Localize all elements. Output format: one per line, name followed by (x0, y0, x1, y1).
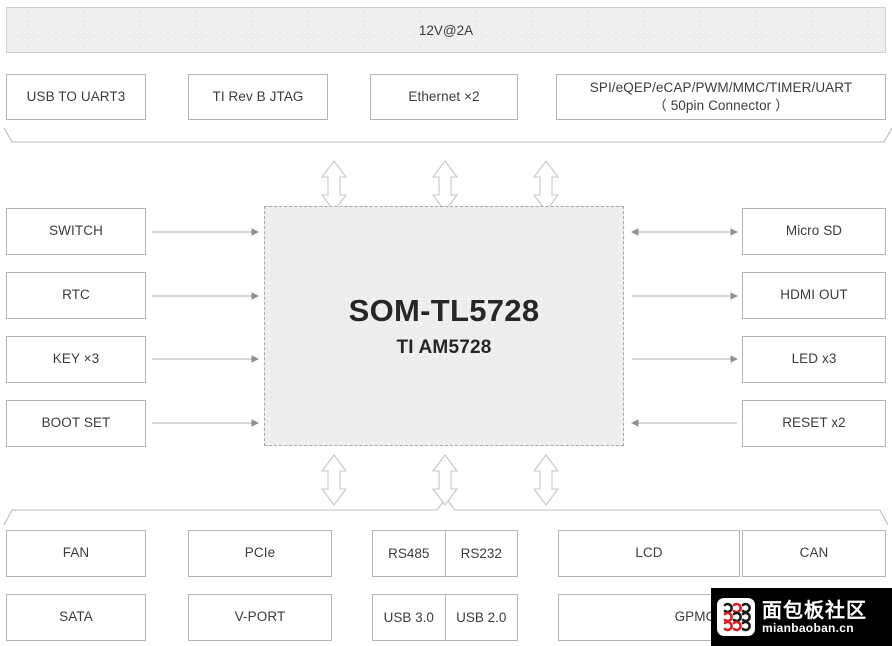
bus-arrow-group-top (320, 160, 560, 212)
som-module-block[interactable]: SOM-TL5728 TI AM5728 (264, 206, 624, 446)
peripheral-label: Ethernet ×2 (408, 88, 480, 104)
watermark-name-cn: 面包板社区 (762, 597, 867, 622)
peripheral-label: RESET x2 (782, 415, 846, 431)
peripheral-box-ethernet[interactable]: Ethernet ×2 (370, 74, 518, 120)
top-bus-rail (3, 127, 892, 143)
right-connector-arrows (630, 228, 739, 427)
block-diagram: 12V@2A USB TO UART3 TI Rev B JTAG Ethern… (0, 0, 892, 646)
peripheral-box-serial-rs485-rs232[interactable]: RS485 RS232 (372, 530, 518, 577)
site-watermark: 面包板社区 mianbaoban.cn (711, 588, 892, 646)
peripheral-cell-usb-3-0[interactable]: USB 3.0 (373, 595, 445, 640)
peripheral-label: USB TO UART3 (26, 88, 126, 104)
peripheral-label: SATA (59, 609, 93, 625)
peripheral-label: USB 3.0 (383, 610, 434, 625)
peripheral-box-led[interactable]: LED x3 (742, 336, 886, 383)
peripheral-cell-rs232[interactable]: RS232 (444, 531, 518, 576)
peripheral-box-switch[interactable]: SWITCH (6, 208, 146, 255)
bus-arrow-group-bottom (320, 454, 560, 506)
peripheral-box-sata[interactable]: SATA (6, 594, 146, 641)
peripheral-label: RS485 (388, 546, 430, 561)
peripheral-label: LCD (635, 545, 663, 561)
power-supply-label: 12V@2A (418, 22, 474, 38)
watermark-domain: mianbaoban.cn (762, 620, 854, 635)
peripheral-box-boot-set[interactable]: BOOT SET (6, 400, 146, 447)
peripheral-box-usb-3-usb-2[interactable]: USB 3.0 USB 2.0 (372, 594, 518, 641)
som-module-title: SOM-TL5728 (348, 293, 540, 328)
peripheral-box-lcd[interactable]: LCD (558, 530, 740, 577)
peripheral-label: Micro SD (785, 223, 843, 239)
peripheral-box-key[interactable]: KEY ×3 (6, 336, 146, 383)
peripheral-label: PCIe (244, 545, 276, 561)
peripheral-label: RTC (62, 287, 90, 303)
peripheral-box-fan[interactable]: FAN (6, 530, 146, 577)
peripheral-label: FAN (62, 545, 90, 561)
peripheral-label: TI Rev B JTAG (212, 88, 304, 104)
peripheral-box-v-port[interactable]: V-PORT (188, 594, 332, 641)
peripheral-box-hdmi-out[interactable]: HDMI OUT (742, 272, 886, 319)
peripheral-box-can[interactable]: CAN (742, 530, 886, 577)
peripheral-box-50pin-connector[interactable]: SPI/eQEP/eCAP/PWM/MMC/TIMER/UART （ 50pin… (556, 74, 886, 120)
watermark-text: 面包板社区 mianbaoban.cn (762, 599, 867, 636)
peripheral-box-pcie[interactable]: PCIe (188, 530, 332, 577)
peripheral-label: CAN (799, 545, 829, 561)
peripheral-label: LED x3 (791, 351, 837, 367)
watermark-logo-icon (717, 598, 755, 636)
peripheral-label: KEY ×3 (52, 351, 100, 367)
peripheral-label: BOOT SET (41, 415, 111, 431)
peripheral-cell-rs485[interactable]: RS485 (373, 531, 445, 576)
peripheral-label-line1: SPI/eQEP/eCAP/PWM/MMC/TIMER/UART (589, 79, 853, 95)
peripheral-box-ti-rev-b-jtag[interactable]: TI Rev B JTAG (188, 74, 328, 120)
peripheral-box-rtc[interactable]: RTC (6, 272, 146, 319)
peripheral-label: HDMI OUT (780, 287, 848, 303)
peripheral-box-reset[interactable]: RESET x2 (742, 400, 886, 447)
bottom-bus-rail (3, 497, 889, 526)
peripheral-cell-usb-2-0[interactable]: USB 2.0 (444, 595, 518, 640)
som-module-subtitle: TI AM5728 (396, 337, 492, 358)
peripheral-box-micro-sd[interactable]: Micro SD (742, 208, 886, 255)
power-supply-bar: 12V@2A (6, 7, 886, 53)
peripheral-label-line2: （ 50pin Connector ） (653, 98, 789, 113)
peripheral-label: V-PORT (234, 609, 286, 625)
peripheral-label: RS232 (460, 546, 502, 561)
peripheral-label: USB 2.0 (456, 610, 507, 625)
left-connector-arrows (152, 228, 260, 427)
peripheral-label: SWITCH (49, 223, 103, 239)
peripheral-box-usb-to-uart3[interactable]: USB TO UART3 (6, 74, 146, 120)
